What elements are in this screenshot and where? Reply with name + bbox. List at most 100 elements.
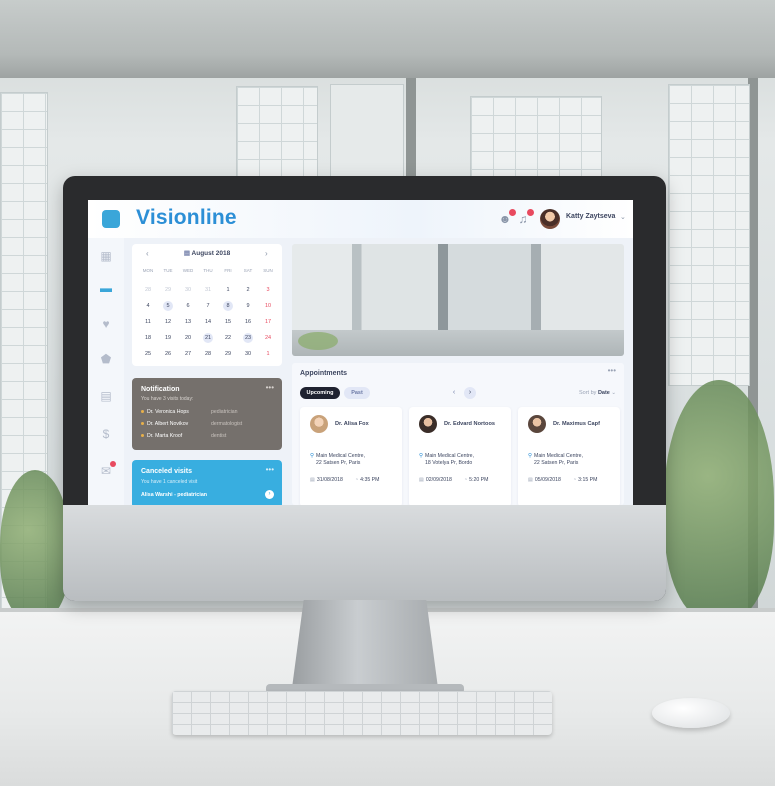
day-number: 7 <box>206 303 210 309</box>
shield-icon[interactable]: ⬟ <box>97 351 115 367</box>
weekday-label: THU <box>203 268 213 273</box>
day-number: 29 <box>224 351 232 357</box>
calendar-day[interactable]: 21 <box>198 330 218 346</box>
calendar-day[interactable]: 9 <box>238 298 258 314</box>
address-line: Main Medical Centre, <box>425 453 475 459</box>
sort-control[interactable]: Sort by Date ⌄ <box>579 390 616 396</box>
calendar-day[interactable]: 7 <box>198 298 218 314</box>
calendar-day[interactable]: 12 <box>158 314 178 330</box>
more-icon[interactable]: ••• <box>608 366 616 375</box>
calendar-day[interactable]: 15 <box>218 314 238 330</box>
day-number: 2 <box>246 287 250 293</box>
bullet-icon <box>141 422 144 426</box>
calendar-day[interactable]: 16 <box>238 314 258 330</box>
appointment-card[interactable]: Dr. Alisa Fox ⚲ Main Medical Centre, 22 … <box>300 407 402 505</box>
calendar-day[interactable]: 30 <box>238 346 258 362</box>
calendar-day[interactable]: 29 <box>218 346 238 362</box>
doctor-name: Dr. Marta Kroof <box>147 433 183 439</box>
address-line: 18 Votelya Pr, Bordo <box>425 460 473 466</box>
calendar-day[interactable]: 3 <box>258 282 278 298</box>
calendar-day[interactable]: 18 <box>138 330 158 346</box>
calendar-day[interactable]: 28 <box>198 346 218 362</box>
calendar-day[interactable]: 24 <box>258 330 278 346</box>
chevron-right-icon[interactable]: › <box>464 387 476 399</box>
location-icon: ⚲ <box>310 453 315 459</box>
calendar-day[interactable]: 11 <box>138 314 158 330</box>
chevron-down-icon[interactable]: ⌄ <box>620 213 626 221</box>
day-number: 27 <box>184 351 192 357</box>
calendar-day[interactable]: 29 <box>158 282 178 298</box>
more-icon[interactable]: ••• <box>266 383 274 392</box>
sort-value: Date <box>597 390 610 396</box>
calendar-day[interactable]: 14 <box>198 314 218 330</box>
clock-icon: ◔ <box>573 477 577 483</box>
address-line: Main Medical Centre, <box>534 453 584 459</box>
appointment-date: ▤ 31/08/2018 <box>310 477 343 483</box>
calendar-day[interactable]: 31 <box>198 282 218 298</box>
notification-card: Notification ••• You have 3 visits today… <box>132 378 282 450</box>
day-number: 30 <box>184 287 192 293</box>
day-number: 4 <box>146 303 150 309</box>
calendar-day[interactable]: 5 <box>158 298 178 314</box>
notification-item[interactable]: Dr. Marta Kroof dentist <box>141 433 226 439</box>
calendar-day[interactable]: 17 <box>258 314 278 330</box>
calendar-day[interactable]: 4 <box>138 298 158 314</box>
appointment-card[interactable]: Dr. Maximus Capf ⚲ Main Medical Centre, … <box>518 407 620 505</box>
calendar-day[interactable]: 1 <box>218 282 238 298</box>
day-number: 25 <box>144 351 152 357</box>
calendar-day[interactable]: 22 <box>218 330 238 346</box>
bell-icon[interactable]: ♫ <box>516 209 534 226</box>
currency-icon[interactable]: $ <box>97 426 115 442</box>
calendar-day[interactable]: 27 <box>178 346 198 362</box>
brand-name[interactable]: Visionline <box>136 206 237 230</box>
canceled-item[interactable]: Alisa Warshi - pediatrician <box>141 492 207 498</box>
tab-past[interactable]: Past <box>344 387 370 399</box>
calendar-day[interactable]: 19 <box>158 330 178 346</box>
calendar-icon[interactable]: ▤ <box>97 388 115 404</box>
appointment-card[interactable]: Dr. Edvard Nortoos ⚲ Main Medical Centre… <box>409 407 511 505</box>
tab-upcoming[interactable]: Upcoming <box>300 387 340 399</box>
grid-icon[interactable]: ▦ <box>97 248 115 264</box>
day-number: 1 <box>266 351 270 357</box>
calendar-day[interactable]: 2 <box>238 282 258 298</box>
avatar[interactable] <box>540 209 560 229</box>
calendar-day[interactable]: 8 <box>218 298 238 314</box>
more-icon[interactable]: ••• <box>266 465 274 474</box>
arrow-right-icon[interactable]: › <box>265 490 274 499</box>
calendar-day[interactable]: 26 <box>158 346 178 362</box>
calendar-icon: ▤ <box>183 250 192 257</box>
bullet-icon <box>141 410 144 414</box>
user-name[interactable]: Katty Zaytseva <box>566 213 615 220</box>
calendar-day[interactable]: 23 <box>238 330 258 346</box>
calendar-day[interactable]: 30 <box>178 282 198 298</box>
folder-icon[interactable]: ▬ <box>97 280 115 296</box>
calendar-day[interactable]: 13 <box>178 314 198 330</box>
keyboard[interactable] <box>172 691 552 735</box>
day-number: 10 <box>264 303 272 309</box>
sidebar: ▦ ▬ ♥ ⬟ ▤ $ ✉ <box>88 238 124 505</box>
calendar-next-button[interactable]: › <box>265 249 268 258</box>
calendar-day[interactable]: 6 <box>178 298 198 314</box>
mouse[interactable] <box>652 698 730 728</box>
day-number: 23 <box>244 335 252 341</box>
notification-item[interactable]: Dr. Albert Novikov dermatologist <box>141 421 242 427</box>
calendar-grid: MON TUE WED THU FRI SAT SUN 28 29 30 31 1 2 3 4 5 6 7 8 9 10… <box>138 266 278 362</box>
day-number: 28 <box>204 351 212 357</box>
doctor-avatar <box>310 415 328 433</box>
calendar-day[interactable]: 10 <box>258 298 278 314</box>
mail-icon[interactable]: ✉ <box>97 461 116 479</box>
weekday-label: SAT <box>243 268 253 273</box>
day-number: 3 <box>266 287 270 293</box>
chevron-left-icon[interactable]: ‹ <box>448 387 460 399</box>
calendar-day[interactable]: 28 <box>138 282 158 298</box>
users-icon[interactable]: ☻ <box>498 209 516 226</box>
calendar-day[interactable]: 1 <box>258 346 278 362</box>
logo-icon[interactable] <box>102 210 120 228</box>
doctor-role: dermatologist <box>211 421 243 427</box>
notification-item[interactable]: Dr. Veronica Hops pediatrician <box>141 409 238 415</box>
calendar-month-label[interactable]: ▤ August 2018 <box>132 249 282 261</box>
calendar-day[interactable]: 25 <box>138 346 158 362</box>
calendar-day[interactable]: 20 <box>178 330 198 346</box>
day-number: 13 <box>184 319 192 325</box>
heart-icon[interactable]: ♥ <box>97 316 115 332</box>
